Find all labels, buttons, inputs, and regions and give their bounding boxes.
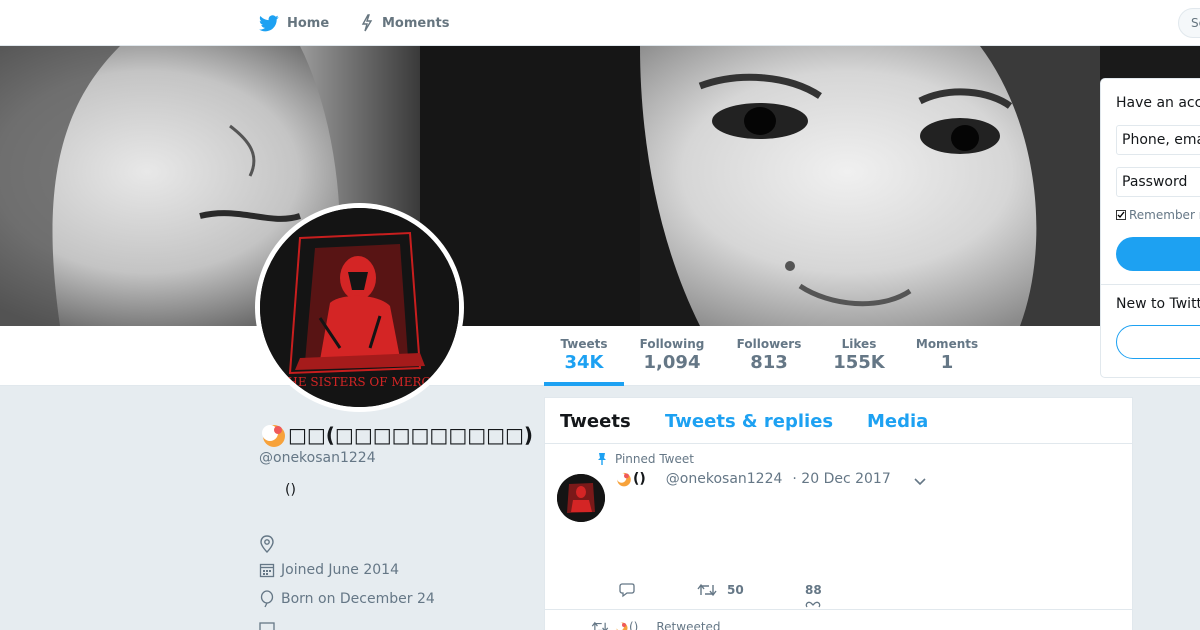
tweet-actions: 50 88 <box>615 583 915 608</box>
tab-media[interactable]: Media <box>867 411 928 432</box>
top-nav: Home Moments Se <box>0 0 1200 46</box>
tweet-header: () @onekosan1224 · 20 Dec 2017 <box>615 471 891 487</box>
remember-me-label: Remember me <box>1129 208 1200 222</box>
born-row: Born on December 24 <box>259 590 435 608</box>
stat-moments-label: Moments <box>915 337 979 351</box>
twitter-bird-icon <box>259 14 279 31</box>
avatar-caption: THE SISTERS OF MERCY <box>279 375 439 389</box>
stat-likes[interactable]: Likes 155K <box>830 337 888 373</box>
profile-name: □□(□□□□□□□□□□) <box>260 422 533 448</box>
stat-followers-value: 813 <box>750 352 788 373</box>
stat-likes-value: 155K <box>833 352 885 373</box>
search-placeholder: Se <box>1191 16 1200 30</box>
divider <box>1101 284 1200 285</box>
orange-crescent-emoji-icon <box>616 622 628 630</box>
stat-tweets-value: 34K <box>564 352 604 373</box>
tweet-author-handle[interactable]: @onekosan1224 <box>666 471 783 487</box>
balloon-icon <box>260 590 274 608</box>
tab-tweets-and-replies[interactable]: Tweets & replies <box>665 411 833 432</box>
tweet-avatar[interactable] <box>557 474 605 522</box>
retweeted-label: Retweeted <box>656 620 721 630</box>
stat-following-value: 1,094 <box>643 352 701 373</box>
password-placeholder: Password <box>1122 174 1188 190</box>
reply-button[interactable] <box>619 583 635 598</box>
check-icon <box>1117 211 1125 219</box>
retweet-context-row: () Retweeted <box>591 620 721 630</box>
active-tab-indicator <box>544 382 624 386</box>
profile-stats-bar: Tweets 34K Following 1,094 Followers 813… <box>0 326 1200 386</box>
location-pin-icon <box>260 535 274 553</box>
pinned-tweet[interactable]: Pinned Tweet () @onekosan1224 · 20 Dec 2… <box>545 444 1132 610</box>
nav-moments-link[interactable]: Moments <box>360 0 449 46</box>
profile-bio: () <box>285 482 296 498</box>
timeline: Tweets Tweets & replies Media Pinned Twe… <box>544 397 1133 630</box>
orange-crescent-emoji-icon <box>262 425 285 447</box>
stat-followers-label: Followers <box>736 337 802 351</box>
tweet-avatar-artwork <box>557 474 605 522</box>
calendar-icon <box>259 563 275 578</box>
phone-email-placeholder: Phone, email <box>1122 132 1200 148</box>
stat-moments[interactable]: Moments 1 <box>911 337 983 373</box>
retweet-count: 50 <box>727 583 744 597</box>
tweet-author[interactable]: () <box>615 471 646 487</box>
profile-name-text: □□(□□□□□□□□□□) <box>288 423 534 447</box>
stat-moments-value: 1 <box>940 352 954 373</box>
stat-following[interactable]: Following 1,094 <box>636 337 708 373</box>
lightning-icon <box>361 14 373 32</box>
retweeter-name[interactable]: () <box>629 620 638 630</box>
reply-icon <box>619 583 635 598</box>
retweet-icon <box>697 583 717 597</box>
pin-icon <box>598 453 606 465</box>
joined-row: Joined June 2014 <box>259 562 399 578</box>
phone-email-field[interactable]: Phone, email <box>1116 125 1200 155</box>
password-field[interactable]: Password <box>1116 167 1200 197</box>
tweet-date[interactable]: · 20 Dec 2017 <box>792 471 890 487</box>
remember-me-checkbox[interactable] <box>1116 210 1126 220</box>
profile-banner-image <box>0 46 1200 326</box>
chevron-down-icon[interactable] <box>913 477 927 487</box>
photos-row <box>259 622 281 630</box>
pinned-label: Pinned Tweet <box>615 452 694 466</box>
retweet-icon <box>591 621 609 630</box>
login-panel: Have an account? Phone, email Password R… <box>1100 78 1200 378</box>
sisters-of-mercy-artwork: THE SISTERS OF MERCY <box>260 208 459 407</box>
remember-me-row[interactable]: Remember me <box>1116 208 1200 222</box>
timeline-tabs: Tweets Tweets & replies Media <box>545 398 1132 444</box>
stat-likes-label: Likes <box>841 337 877 351</box>
nav-moments-label: Moments <box>382 15 450 31</box>
stat-tweets[interactable]: Tweets 34K <box>555 337 613 373</box>
pinned-label-row: Pinned Tweet <box>597 452 694 466</box>
photo-icon <box>259 622 275 630</box>
banner-photo <box>0 46 1200 326</box>
joined-text: Joined June 2014 <box>281 562 399 578</box>
location-row <box>259 535 281 553</box>
stat-followers[interactable]: Followers 813 <box>733 337 805 373</box>
profile-avatar[interactable]: THE SISTERS OF MERCY <box>255 203 464 412</box>
search-input[interactable]: Se <box>1178 8 1200 38</box>
signup-button[interactable] <box>1116 325 1200 359</box>
nav-home-link[interactable]: Home <box>259 0 329 46</box>
tweet-author-name: () <box>633 471 646 487</box>
orange-crescent-emoji-icon <box>616 472 631 487</box>
born-text: Born on December 24 <box>281 591 435 607</box>
like-button[interactable]: 88 <box>805 583 822 597</box>
stat-tweets-label: Tweets <box>560 337 608 351</box>
avatar-artwork: THE SISTERS OF MERCY <box>260 208 459 407</box>
like-count: 88 <box>805 583 822 597</box>
stat-following-label: Following <box>639 337 705 351</box>
login-button[interactable] <box>1116 237 1200 271</box>
heart-icon <box>805 601 821 608</box>
nav-home-label: Home <box>287 15 330 31</box>
tab-tweets[interactable]: Tweets <box>560 411 631 432</box>
profile-handle[interactable]: @onekosan1224 <box>259 450 376 466</box>
retweet-button[interactable]: 50 <box>697 583 744 597</box>
new-to-twitter-text: New to Twitter? <box>1116 296 1200 312</box>
login-title: Have an account? <box>1116 95 1200 111</box>
